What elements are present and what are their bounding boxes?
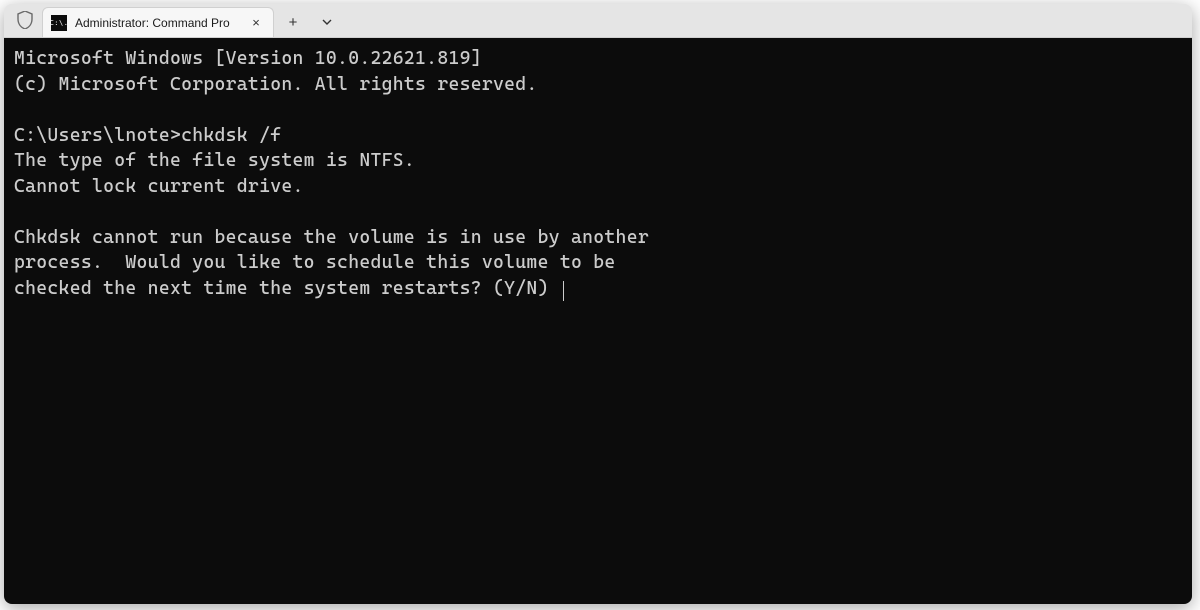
terminal-line: process. Would you like to schedule this… [14,252,616,273]
terminal-line: checked the next time the system restart… [14,278,560,299]
tab-close-button[interactable]: × [247,14,265,32]
tab-command-prompt[interactable]: C:\. Administrator: Command Pro × [42,7,274,37]
tab-dropdown-button[interactable] [312,7,342,37]
terminal-line: The type of the file system is NTFS. [14,150,415,171]
text-cursor [563,281,565,301]
terminal-line: Chkdsk cannot run because the volume is … [14,227,649,248]
terminal-line: (c) Microsoft Corporation. All rights re… [14,74,538,95]
terminal-line: Microsoft Windows [Version 10.0.22621.81… [14,48,482,69]
terminal-line: Cannot lock current drive. [14,176,304,197]
command-prompt-icon: C:\. [51,15,67,31]
plus-icon: + [289,14,298,31]
terminal-window: C:\. Administrator: Command Pro × + Micr… [4,4,1192,604]
close-icon: × [252,15,260,30]
shield-icon [14,9,36,31]
tab-title: Administrator: Command Pro [75,16,247,30]
new-tab-button[interactable]: + [278,7,308,37]
chevron-down-icon [321,16,333,28]
terminal-output[interactable]: Microsoft Windows [Version 10.0.22621.81… [4,38,1192,604]
tab-icon-text: C:\. [50,19,69,27]
titlebar: C:\. Administrator: Command Pro × + [4,4,1192,38]
terminal-line: C:\Users\lnote>chkdsk /f [14,125,281,146]
